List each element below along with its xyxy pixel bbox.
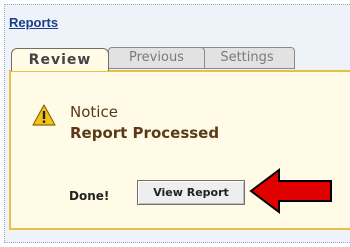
warning-icon — [32, 104, 56, 126]
tab-settings-label: Settings — [220, 50, 274, 65]
tab-previous-label: Previous — [129, 50, 184, 65]
tab-review-label: Review — [28, 52, 92, 68]
reports-link[interactable]: Reports — [9, 15, 58, 30]
reports-window: Reports Review Previous Settings Notice … — [0, 0, 350, 247]
tab-previous[interactable]: Previous — [108, 47, 205, 69]
notice-title: Notice — [70, 103, 118, 121]
notice-message: Report Processed — [70, 124, 220, 142]
tab-review[interactable]: Review — [11, 48, 109, 71]
red-arrow-pointer-icon — [249, 168, 332, 214]
tab-settings[interactable]: Settings — [199, 47, 295, 69]
done-label: Done! — [69, 189, 110, 203]
view-report-button[interactable]: View Report — [137, 180, 245, 205]
